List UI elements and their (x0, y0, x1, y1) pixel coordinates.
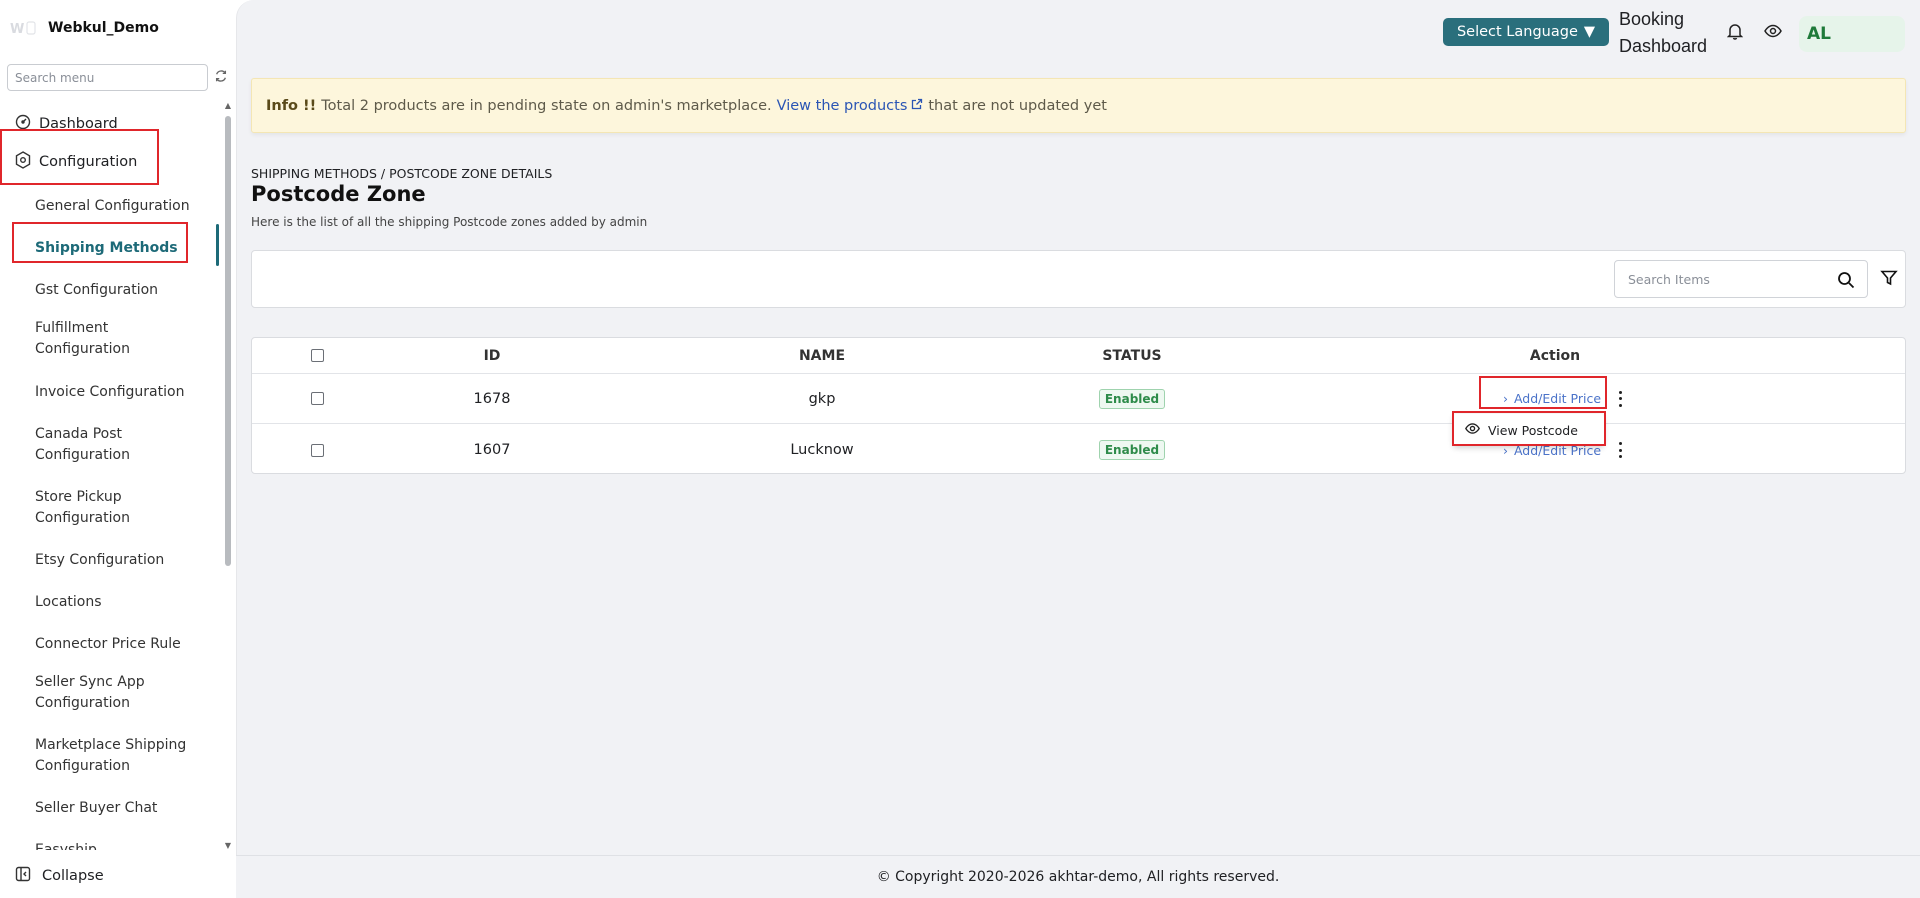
row-name: gkp (808, 390, 836, 407)
sidebar-scrollbar[interactable] (225, 116, 231, 566)
row-status-cell: Enabled (1032, 374, 1232, 423)
column-header-name[interactable]: NAME (722, 338, 922, 373)
search-input[interactable] (1615, 261, 1825, 297)
info-banner: Info !! Total 2 products are in pending … (251, 78, 1906, 133)
sidebar-subitem-label: Easyship (35, 841, 97, 851)
search-icon[interactable] (1837, 271, 1855, 289)
refresh-icon[interactable] (214, 68, 230, 84)
row-checkbox[interactable] (310, 392, 324, 405)
column-header-id[interactable]: ID (402, 338, 582, 373)
row-select-cell (297, 425, 337, 475)
column-header-status[interactable]: STATUS (1032, 338, 1232, 373)
booking-dashboard-link[interactable]: Booking Dashboard (1619, 6, 1719, 60)
sidebar-subitem-label: Seller Buyer Chat (35, 799, 158, 816)
svg-text:W: W (10, 22, 24, 37)
select-language-button[interactable]: Select Language ▼ (1443, 18, 1609, 46)
row-name: Lucknow (790, 442, 854, 458)
external-link-icon (911, 98, 923, 114)
row-checkbox[interactable] (310, 443, 324, 457)
sidebar-subitem-label: Connector Price Rule (35, 635, 181, 652)
sidebar-subitem-label: Locations (35, 593, 102, 610)
row-more-cell (1612, 425, 1628, 475)
avatar[interactable]: AL (1799, 16, 1905, 52)
postcode-zone-table: ID NAME STATUS Action 1678 gkp Enabled ›… (251, 337, 1906, 474)
breadcrumb: SHIPPING METHODS / POSTCODE ZONE DETAILS (251, 166, 553, 181)
sidebar-subitem-label: Store Pickup Configuration (35, 489, 130, 526)
sidebar-subitem-easyship[interactable]: Easyship (35, 833, 200, 851)
sidebar-subitem-label: Gst Configuration (35, 281, 159, 298)
sidebar-subitem-label: Canada Post Configuration (35, 426, 130, 463)
row-id: 1678 (473, 390, 511, 407)
view-products-label: View the products (776, 97, 908, 114)
sidebar-subitem-invoice-configuration[interactable]: Invoice Configuration (35, 375, 200, 409)
table-row: 1607 Lucknow Enabled › Add/Edit Price (252, 425, 1905, 475)
sidebar-subitem-connector-price-rule[interactable]: Connector Price Rule (35, 627, 200, 661)
collapse-icon (15, 866, 31, 886)
brand-name: Webkul_Demo (48, 20, 159, 36)
select-language-label: Select Language (1456, 24, 1578, 40)
sidebar-subitem-seller-buyer-chat[interactable]: Seller Buyer Chat (35, 791, 200, 825)
row-more-cell (1612, 374, 1628, 423)
row-select-cell (297, 374, 337, 423)
sidebar-subitem-fulfillment-configuration[interactable]: Fulfillment Configuration (35, 318, 200, 360)
sidebar-subitem-seller-sync-app-configuration[interactable]: Seller Sync App Configuration (35, 672, 200, 714)
sidebar-subitem-general-configuration[interactable]: General Configuration (35, 189, 200, 223)
scroll-up-arrow-icon[interactable]: ▲ (223, 102, 233, 110)
sidebar: W Webkul_Demo Dashboard Configuration Ge… (0, 0, 236, 898)
filter-icon[interactable] (1880, 269, 1898, 287)
highlight-add-edit-price (1479, 376, 1607, 409)
kebab-menu-icon[interactable] (1618, 390, 1622, 407)
sidebar-subitem-canada-post-configuration[interactable]: Canada Post Configuration (35, 424, 200, 466)
webkul-logo-icon: W (8, 17, 38, 39)
sidebar-subitem-label: Marketplace Shipping Configuration (35, 737, 187, 774)
sidebar-subitem-locations[interactable]: Locations (35, 585, 200, 619)
copyright-text: © Copyright 2020-2026 akhtar-demo, All r… (876, 869, 1280, 885)
table-header: ID NAME STATUS Action (252, 338, 1905, 374)
view-products-link[interactable]: View the products (777, 98, 924, 114)
bell-icon[interactable] (1726, 22, 1744, 40)
brand[interactable]: W Webkul_Demo (8, 16, 159, 40)
sidebar-subitem-gst-configuration[interactable]: Gst Configuration (35, 273, 200, 307)
sidebar-subitem-etsy-configuration[interactable]: Etsy Configuration (35, 543, 200, 577)
scroll-down-arrow-icon[interactable]: ▼ (223, 842, 233, 850)
sidebar-subitem-label: Invoice Configuration (35, 383, 185, 400)
eye-icon[interactable] (1764, 22, 1782, 40)
sidebar-subitem-label: Seller Sync App Configuration (35, 674, 145, 711)
page-title: Postcode Zone (251, 182, 426, 206)
info-prefix: Info !! (266, 97, 317, 114)
kebab-menu-icon[interactable] (1618, 442, 1622, 458)
highlight-shipping-methods (12, 222, 188, 263)
sidebar-subitem-label: General Configuration (35, 197, 190, 214)
highlight-view-postcode (1452, 411, 1606, 446)
sidebar-subitem-marketplace-shipping-configuration[interactable]: Marketplace Shipping Configuration (35, 735, 200, 777)
collapse-label: Collapse (42, 868, 104, 884)
sidebar-subitem-label: Etsy Configuration (35, 551, 165, 568)
info-suffix: that are not updated yet (928, 97, 1107, 114)
footer: © Copyright 2020-2026 akhtar-demo, All r… (236, 855, 1920, 898)
caret-down-icon: ▼ (1583, 24, 1596, 40)
status-badge: Enabled (1098, 440, 1166, 460)
sidebar-subitem-store-pickup-configuration[interactable]: Store Pickup Configuration (35, 487, 200, 529)
info-text: Total 2 products are in pending state on… (321, 97, 772, 114)
sidebar-nav: Dashboard Configuration General Configur… (0, 104, 218, 850)
select-all-checkbox[interactable] (310, 349, 324, 362)
sidebar-subitem-label: Fulfillment Configuration (35, 320, 130, 357)
row-id: 1607 (473, 442, 511, 458)
menu-search-input[interactable] (7, 64, 208, 91)
row-status-cell: Enabled (1032, 425, 1232, 475)
table-row: 1678 gkp Enabled › Add/Edit Price (252, 374, 1905, 424)
active-indicator (216, 224, 219, 266)
column-header-action: Action (1529, 347, 1581, 364)
search-box (1614, 260, 1868, 298)
highlight-configuration (0, 129, 159, 185)
status-badge: Enabled (1098, 388, 1166, 409)
avatar-initials: AL (1807, 24, 1831, 44)
select-all-cell (297, 338, 337, 373)
page-subtitle: Here is the list of all the shipping Pos… (251, 215, 648, 229)
collapse-button[interactable]: Collapse (15, 866, 104, 886)
